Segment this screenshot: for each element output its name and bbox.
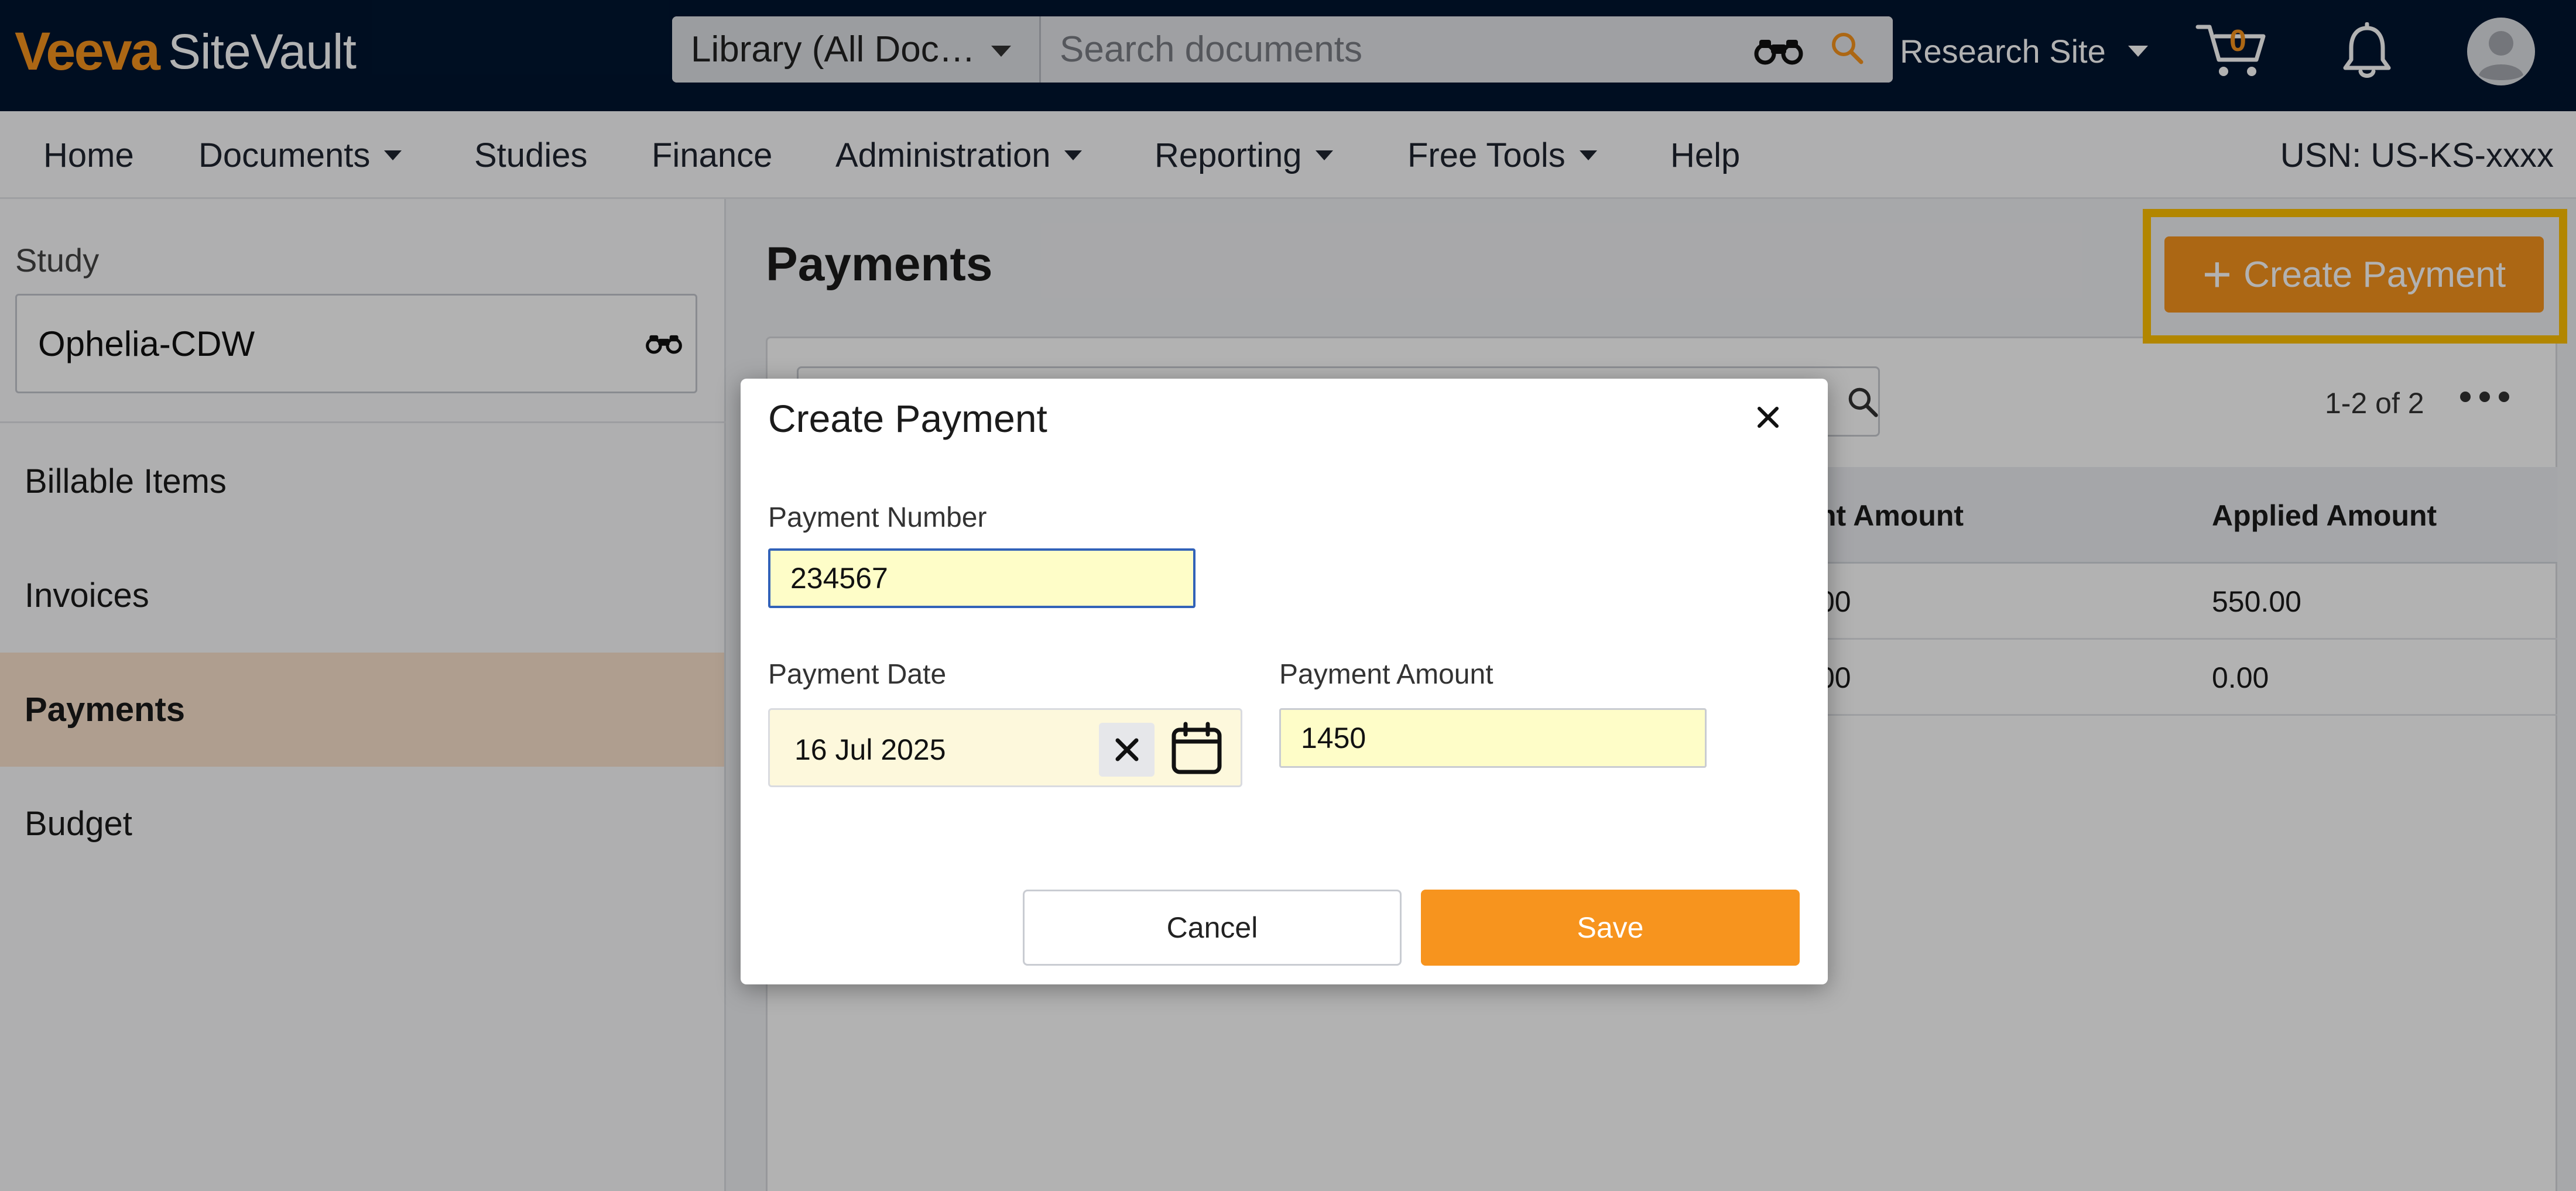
payment-amount-label: Payment Amount bbox=[1279, 659, 1493, 690]
save-button[interactable]: Save bbox=[1421, 890, 1800, 966]
payment-number-label: Payment Number bbox=[768, 502, 987, 533]
payment-amount-input[interactable] bbox=[1279, 708, 1707, 768]
payment-date-value: 16 Jul 2025 bbox=[794, 733, 946, 766]
close-icon[interactable] bbox=[1756, 405, 1780, 430]
dialog-title: Create Payment bbox=[768, 397, 1047, 440]
payment-date-label: Payment Date bbox=[768, 659, 947, 690]
clear-date-icon[interactable] bbox=[1099, 723, 1155, 777]
cancel-button[interactable]: Cancel bbox=[1023, 890, 1402, 966]
payment-date-field[interactable]: 16 Jul 2025 bbox=[768, 708, 1242, 787]
calendar-icon[interactable] bbox=[1170, 722, 1223, 775]
create-payment-dialog: Create Payment Payment Number Payment Da… bbox=[741, 379, 1828, 984]
payment-number-input[interactable] bbox=[768, 548, 1195, 608]
